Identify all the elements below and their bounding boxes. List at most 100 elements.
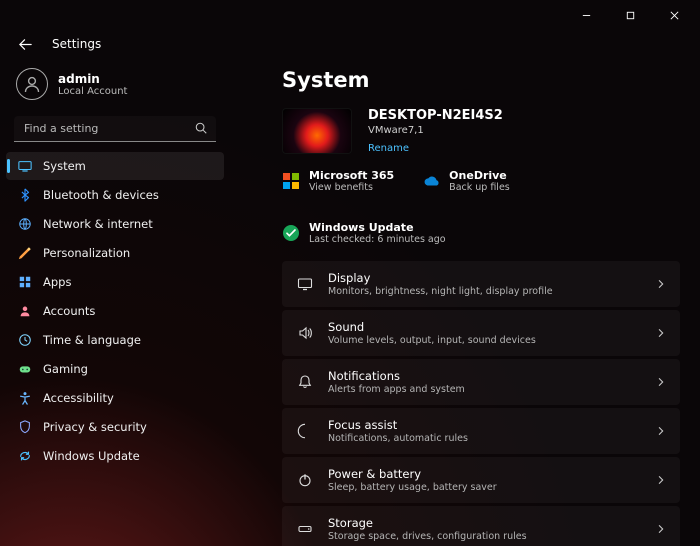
main-panel: System DESKTOP-N2EI4S2 VMware7,1 Rename … bbox=[230, 62, 700, 546]
promo-onedrive[interactable]: OneDriveBack up files bbox=[422, 169, 510, 193]
chevron-right-icon bbox=[656, 426, 666, 436]
chevron-right-icon bbox=[656, 377, 666, 387]
sidebar-item-label: Apps bbox=[43, 275, 71, 289]
system-icon bbox=[18, 159, 32, 173]
header: Settings bbox=[0, 30, 700, 58]
storage-icon bbox=[296, 520, 314, 538]
promo-title: Microsoft 365 bbox=[309, 169, 394, 182]
chevron-right-icon bbox=[656, 328, 666, 338]
network-icon bbox=[18, 217, 32, 231]
sound-icon bbox=[296, 324, 314, 342]
back-icon bbox=[18, 37, 33, 52]
back-button[interactable] bbox=[14, 33, 36, 55]
gaming-icon bbox=[18, 362, 32, 376]
row-sub: Monitors, brightness, night light, displ… bbox=[328, 286, 642, 297]
row-sub: Notifications, automatic rules bbox=[328, 433, 642, 444]
search-box bbox=[14, 116, 216, 142]
sidebar-item-gaming[interactable]: Gaming bbox=[6, 355, 224, 383]
sidebar-item-label: Time & language bbox=[43, 333, 141, 347]
search-input[interactable] bbox=[14, 116, 216, 142]
sidebar-item-label: Gaming bbox=[43, 362, 88, 376]
sidebar-item-system[interactable]: System bbox=[6, 152, 224, 180]
promo-m365[interactable]: Microsoft 365View benefits bbox=[282, 169, 394, 193]
sidebar-item-update[interactable]: Windows Update bbox=[6, 442, 224, 470]
row-title: Focus assist bbox=[328, 418, 642, 432]
titlebar bbox=[0, 0, 700, 30]
sidebar-item-label: Personalization bbox=[43, 246, 130, 260]
settings-window: Settings admin Local Account System Bluet… bbox=[0, 0, 700, 546]
onedrive-icon bbox=[422, 172, 440, 190]
row-sub: Sleep, battery usage, battery saver bbox=[328, 482, 642, 493]
maximize-button[interactable] bbox=[608, 0, 652, 30]
promo-title: OneDrive bbox=[449, 169, 510, 182]
row-sub: Storage space, drives, configuration rul… bbox=[328, 531, 642, 542]
sidebar-item-personalization[interactable]: Personalization bbox=[6, 239, 224, 267]
update-status-icon bbox=[282, 224, 300, 242]
row-title: Power & battery bbox=[328, 467, 642, 481]
sidebar-item-label: Accounts bbox=[43, 304, 95, 318]
close-icon bbox=[669, 10, 680, 21]
personalization-icon bbox=[18, 246, 32, 260]
settings-row-display[interactable]: DisplayMonitors, brightness, night light… bbox=[282, 261, 680, 307]
maximize-icon bbox=[625, 10, 636, 21]
device-thumbnail bbox=[282, 108, 352, 154]
sidebar-nav: System Bluetooth & devices Network & inter… bbox=[6, 152, 224, 470]
sidebar-item-privacy[interactable]: Privacy & security bbox=[6, 413, 224, 441]
notifications-icon bbox=[296, 373, 314, 391]
device-name: DESKTOP-N2EI4S2 bbox=[368, 108, 503, 123]
promo-title: Windows Update bbox=[309, 221, 446, 234]
sidebar-item-label: Accessibility bbox=[43, 391, 114, 405]
promo-sub: Last checked: 6 minutes ago bbox=[309, 234, 446, 245]
settings-row-storage[interactable]: StorageStorage space, drives, configurat… bbox=[282, 506, 680, 546]
row-title: Display bbox=[328, 271, 642, 285]
sidebar-item-label: Privacy & security bbox=[43, 420, 147, 434]
row-title: Storage bbox=[328, 516, 642, 530]
device-block: DESKTOP-N2EI4S2 VMware7,1 Rename bbox=[282, 108, 680, 155]
power-icon bbox=[296, 471, 314, 489]
chevron-right-icon bbox=[656, 475, 666, 485]
row-sub: Alerts from apps and system bbox=[328, 384, 642, 395]
row-title: Sound bbox=[328, 320, 642, 334]
minimize-button[interactable] bbox=[564, 0, 608, 30]
device-model: VMware7,1 bbox=[368, 125, 503, 136]
settings-row-focus[interactable]: Focus assistNotifications, automatic rul… bbox=[282, 408, 680, 454]
focus-icon bbox=[296, 422, 314, 440]
close-button[interactable] bbox=[652, 0, 696, 30]
apps-icon bbox=[18, 275, 32, 289]
accessibility-icon bbox=[18, 391, 32, 405]
settings-row-notifications[interactable]: NotificationsAlerts from apps and system bbox=[282, 359, 680, 405]
promo-sub: Back up files bbox=[449, 182, 510, 193]
promo-update-status[interactable]: Windows UpdateLast checked: 6 minutes ag… bbox=[282, 221, 446, 245]
minimize-icon bbox=[581, 10, 592, 21]
settings-row-sound[interactable]: SoundVolume levels, output, input, sound… bbox=[282, 310, 680, 356]
time-icon bbox=[18, 333, 32, 347]
privacy-icon bbox=[18, 420, 32, 434]
row-title: Notifications bbox=[328, 369, 642, 383]
sidebar: admin Local Account System Bluetooth & de… bbox=[0, 62, 230, 546]
sidebar-item-label: System bbox=[43, 159, 86, 173]
page-title: System bbox=[282, 68, 680, 92]
settings-list: DisplayMonitors, brightness, night light… bbox=[282, 261, 680, 546]
chevron-right-icon bbox=[656, 279, 666, 289]
sidebar-item-label: Bluetooth & devices bbox=[43, 188, 159, 202]
sidebar-item-apps[interactable]: Apps bbox=[6, 268, 224, 296]
promo-row: Microsoft 365View benefits OneDriveBack u… bbox=[282, 169, 680, 245]
account-card[interactable]: admin Local Account bbox=[6, 62, 224, 114]
settings-row-power[interactable]: Power & batterySleep, battery usage, bat… bbox=[282, 457, 680, 503]
sidebar-item-network[interactable]: Network & internet bbox=[6, 210, 224, 238]
m365-icon bbox=[282, 172, 300, 190]
sidebar-item-bluetooth[interactable]: Bluetooth & devices bbox=[6, 181, 224, 209]
sidebar-item-label: Windows Update bbox=[43, 449, 140, 463]
content: admin Local Account System Bluetooth & de… bbox=[0, 62, 700, 546]
account-sub: Local Account bbox=[58, 86, 127, 97]
sidebar-item-accessibility[interactable]: Accessibility bbox=[6, 384, 224, 412]
account-name: admin bbox=[58, 72, 127, 86]
row-sub: Volume levels, output, input, sound devi… bbox=[328, 335, 642, 346]
avatar bbox=[16, 68, 48, 100]
person-icon bbox=[22, 74, 42, 94]
update-icon bbox=[18, 449, 32, 463]
sidebar-item-time[interactable]: Time & language bbox=[6, 326, 224, 354]
sidebar-item-accounts[interactable]: Accounts bbox=[6, 297, 224, 325]
bluetooth-icon bbox=[18, 188, 32, 202]
rename-link[interactable]: Rename bbox=[368, 143, 409, 154]
